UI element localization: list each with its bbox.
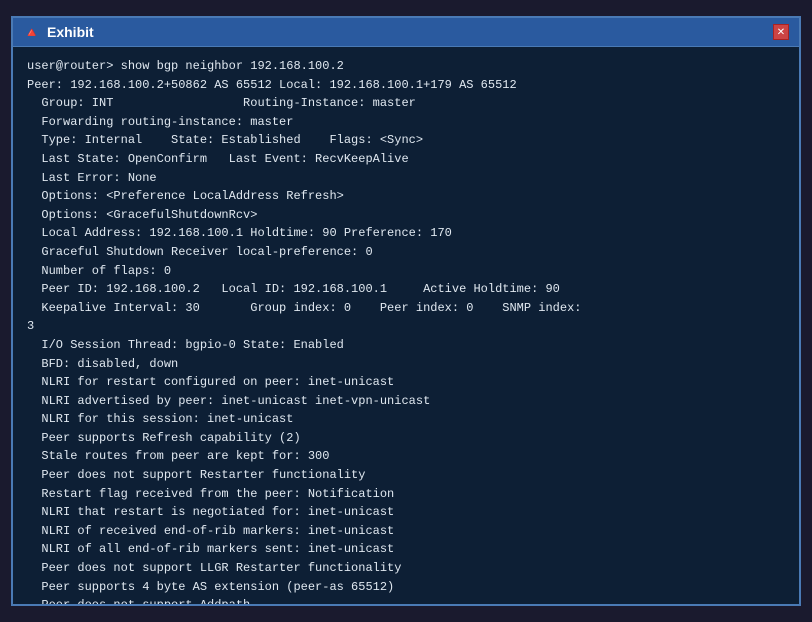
close-button[interactable]: ✕ xyxy=(773,24,789,40)
terminal-line: Options: <Preference LocalAddress Refres… xyxy=(27,187,785,206)
terminal-line: Keepalive Interval: 30 Group index: 0 Pe… xyxy=(27,299,785,318)
terminal-line: Local Address: 192.168.100.1 Holdtime: 9… xyxy=(27,224,785,243)
terminal-line: Graceful Shutdown Receiver local-prefere… xyxy=(27,243,785,262)
terminal-line: Stale routes from peer are kept for: 300 xyxy=(27,447,785,466)
terminal-line: Group: INT Routing-Instance: master xyxy=(27,94,785,113)
title-bar: 🔺 Exhibit ✕ xyxy=(13,18,799,47)
terminal-line: NLRI of received end-of-rib markers: ine… xyxy=(27,522,785,541)
title-bar-left: 🔺 Exhibit xyxy=(23,24,94,40)
terminal-line: I/O Session Thread: bgpio-0 State: Enabl… xyxy=(27,336,785,355)
terminal-line: Last Error: None xyxy=(27,169,785,188)
terminal-line: Peer ID: 192.168.100.2 Local ID: 192.168… xyxy=(27,280,785,299)
terminal-line: Peer supports 4 byte AS extension (peer-… xyxy=(27,578,785,597)
window-title: Exhibit xyxy=(47,24,94,40)
exhibit-window: 🔺 Exhibit ✕ user@router> show bgp neighb… xyxy=(11,16,801,606)
terminal-line: Type: Internal State: Established Flags:… xyxy=(27,131,785,150)
terminal-line: Peer supports Refresh capability (2) xyxy=(27,429,785,448)
terminal-line: NLRI for restart configured on peer: ine… xyxy=(27,373,785,392)
terminal-line: Forwarding routing-instance: master xyxy=(27,113,785,132)
terminal-line: user@router> show bgp neighbor 192.168.1… xyxy=(27,57,785,76)
exhibit-icon: 🔺 xyxy=(23,24,39,40)
terminal-line: Peer does not support Addpath xyxy=(27,596,785,604)
terminal-line: NLRI that restart is negotiated for: ine… xyxy=(27,503,785,522)
terminal-output: user@router> show bgp neighbor 192.168.1… xyxy=(13,47,799,604)
terminal-line: Last State: OpenConfirm Last Event: Recv… xyxy=(27,150,785,169)
terminal-line: Peer: 192.168.100.2+50862 AS 65512 Local… xyxy=(27,76,785,95)
terminal-line: Number of flaps: 0 xyxy=(27,262,785,281)
terminal-line: NLRI for this session: inet-unicast xyxy=(27,410,785,429)
terminal-line: 3 xyxy=(27,317,785,336)
terminal-line: Peer does not support Restarter function… xyxy=(27,466,785,485)
terminal-line: NLRI advertised by peer: inet-unicast in… xyxy=(27,392,785,411)
terminal-line: Options: <GracefulShutdownRcv> xyxy=(27,206,785,225)
terminal-line: BFD: disabled, down xyxy=(27,355,785,374)
terminal-line: Restart flag received from the peer: Not… xyxy=(27,485,785,504)
terminal-line: Peer does not support LLGR Restarter fun… xyxy=(27,559,785,578)
terminal-line: NLRI of all end-of-rib markers sent: ine… xyxy=(27,540,785,559)
